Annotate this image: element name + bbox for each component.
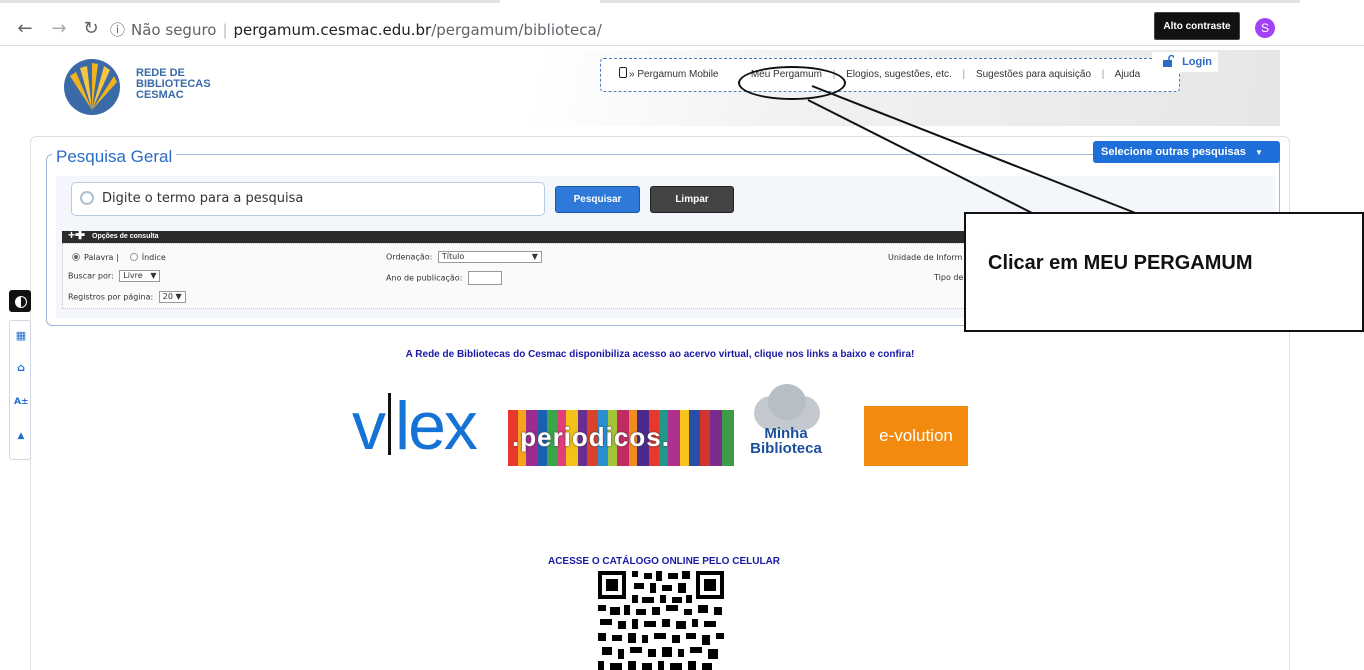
qr-code-image bbox=[596, 569, 726, 670]
minha-biblioteca-text: Minha Biblioteca bbox=[744, 426, 828, 456]
e-volution-logo-link[interactable]: e-volution bbox=[864, 406, 968, 466]
callout-box: Clicar em MEU PERGAMUM bbox=[964, 212, 1364, 332]
periodicos-logo-link[interactable]: .periodicos. bbox=[508, 410, 734, 466]
scroll-top-icon[interactable]: ▲ bbox=[14, 429, 28, 443]
vlex-logo-link[interactable]: v lex bbox=[352, 392, 478, 460]
periodicos-text: .periodicos. bbox=[512, 422, 670, 452]
sign-language-icon[interactable]: ▦ bbox=[14, 329, 28, 343]
mobile-catalog-text: ACESSE O CATÁLOGO ONLINE PELO CELULAR bbox=[547, 556, 781, 567]
callout-text: Clicar em MEU PERGAMUM bbox=[988, 252, 1253, 274]
minha-line-1: Minha bbox=[764, 425, 808, 442]
accessibility-toolbar: ▦ ⌂ A± ▲ bbox=[9, 320, 31, 460]
announcement-text: A Rede de Bibliotecas do Cesmac disponib… bbox=[405, 349, 915, 360]
font-size-icon[interactable]: A± bbox=[14, 395, 29, 409]
home-icon[interactable]: ⌂ bbox=[14, 361, 28, 375]
contrast-toggle-icon[interactable] bbox=[9, 290, 31, 312]
vlex-rest: lex bbox=[395, 388, 478, 464]
minha-biblioteca-logo-link[interactable]: Minha Biblioteca bbox=[740, 382, 830, 468]
minha-line-2: Biblioteca bbox=[750, 440, 822, 457]
vlex-v: v bbox=[352, 388, 386, 464]
callout-highlight-oval bbox=[738, 66, 846, 100]
